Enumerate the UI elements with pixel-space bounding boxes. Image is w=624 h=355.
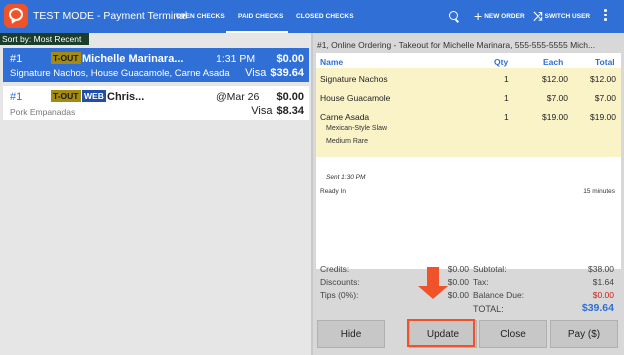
check-row[interactable]: #1 T-OUT WEB Chris... @Mar 26 $0.00 Pork… (3, 86, 309, 120)
switch-user-button[interactable]: ⤨ SWITCH USER (533, 9, 590, 24)
col-qty: Qty (494, 57, 509, 67)
order-items: Signature Nachos 1 $12.00 $12.00 House G… (316, 68, 621, 157)
total-label: TOTAL: (473, 304, 504, 314)
takeout-badge: T-OUT (51, 52, 81, 64)
new-order-label: NEW ORDER (484, 13, 525, 20)
order-detail-panel: #1, Online Ordering - Takeout for Michel… (313, 33, 624, 355)
tips-value: $0.00 (447, 290, 469, 300)
discounts-label: Discounts: (320, 277, 360, 287)
item-total: $7.00 (594, 93, 616, 103)
check-time: 1:31 PM (216, 53, 256, 65)
app-title: TEST MODE - Payment Terminal (33, 10, 188, 22)
sort-label[interactable]: Sort by: Most Recent (0, 33, 89, 45)
balance-due-value: $0.00 (592, 290, 614, 300)
customer-name: Michelle Marinara... (82, 53, 184, 65)
check-number: #1 (10, 53, 23, 65)
payment-method: Visa (245, 67, 267, 79)
col-total: Total (595, 57, 615, 67)
shuffle-icon: ⤨ (533, 9, 543, 23)
close-button[interactable]: Close (479, 320, 547, 348)
app-logo[interactable] (4, 4, 28, 28)
customer-name: Chris... (107, 91, 145, 103)
order-item[interactable]: House Guacamole 1 $7.00 $7.00 (316, 93, 621, 107)
payment-info: Visa $8.34 (251, 105, 304, 117)
item-qty: 1 (504, 112, 509, 122)
hide-button[interactable]: Hide (317, 320, 385, 348)
subtotal-value: $38.00 (588, 264, 614, 274)
check-amount: $0.00 (276, 91, 304, 103)
switch-user-label: SWITCH USER (544, 13, 591, 20)
ready-label: Ready In (320, 188, 347, 195)
col-each: Each (543, 57, 564, 67)
pay-button[interactable]: Pay ($) (550, 320, 618, 348)
item-qty: 1 (504, 93, 509, 103)
check-number: #1 (10, 91, 23, 103)
item-total: $12.00 (590, 74, 616, 84)
balance-due-label: Balance Due: (473, 290, 525, 300)
tab-paid-checks[interactable]: PAID CHECKS (238, 13, 283, 20)
tab-open-checks[interactable]: OPEN CHECKS (176, 13, 225, 20)
check-amount: $0.00 (276, 53, 304, 65)
tax-label: Tax: (473, 277, 489, 287)
total-value: $39.64 (581, 302, 614, 314)
item-modifier: Mexican-Style Slaw (326, 125, 388, 132)
payment-method: Visa (251, 105, 273, 117)
discounts-value: $0.00 (447, 277, 469, 287)
tab-closed-checks[interactable]: CLOSED CHECKS (296, 13, 354, 20)
check-items: Pork Empanadas (10, 107, 76, 117)
plus-icon: + (474, 8, 483, 24)
item-each: $7.00 (546, 93, 568, 103)
more-menu-icon[interactable] (604, 9, 608, 23)
payment-info: Visa $39.64 (245, 67, 304, 79)
item-modifier: Medium Rare (326, 138, 369, 145)
search-icon[interactable] (449, 11, 458, 20)
item-qty: 1 (504, 74, 509, 84)
item-name: House Guacamole (320, 93, 391, 103)
credits-label: Credits: (320, 264, 350, 274)
tips-label: Tips (0%): (320, 290, 359, 300)
item-name: Carne Asada (320, 112, 370, 122)
web-badge: WEB (82, 90, 106, 102)
payment-amount: $8.34 (276, 105, 304, 117)
order-item[interactable]: Carne Asada 1 $19.00 $19.00 (316, 112, 621, 126)
receipt: Name Qty Each Total Signature Nachos 1 $… (316, 53, 621, 269)
takeout-badge: T-OUT (51, 90, 81, 102)
check-time: @Mar 26 (216, 91, 260, 103)
active-tab-indicator (226, 31, 288, 33)
sent-time: Sent 1:30 PM (326, 174, 366, 181)
subtotal-label: Subtotal: (473, 264, 507, 274)
item-total: $19.00 (590, 112, 616, 122)
order-item[interactable]: Signature Nachos 1 $12.00 $12.00 (316, 74, 621, 88)
items-header: Name Qty Each Total (316, 53, 621, 68)
top-bar: TEST MODE - Payment Terminal OPEN CHECKS… (0, 0, 624, 33)
ready-value: 15 minutes (583, 188, 615, 195)
credits-value: $0.00 (447, 264, 469, 274)
item-name: Signature Nachos (320, 74, 388, 84)
check-items: Signature Nachos, House Guacamole, Carne… (10, 68, 230, 79)
check-row-selected[interactable]: #1 T-OUT Michelle Marinara... 1:31 PM $0… (3, 48, 309, 82)
payment-amount: $39.64 (270, 67, 304, 79)
order-header: #1, Online Ordering - Takeout for Michel… (317, 40, 596, 50)
tax-value: $1.64 (592, 277, 614, 287)
item-each: $12.00 (542, 74, 568, 84)
new-order-button[interactable]: + NEW ORDER (474, 8, 525, 24)
item-each: $19.00 (542, 112, 568, 122)
order-summary: Credits: $0.00 Discounts: $0.00 Tips (0%… (316, 261, 621, 316)
update-button-highlight (407, 319, 475, 347)
col-name: Name (320, 57, 344, 67)
